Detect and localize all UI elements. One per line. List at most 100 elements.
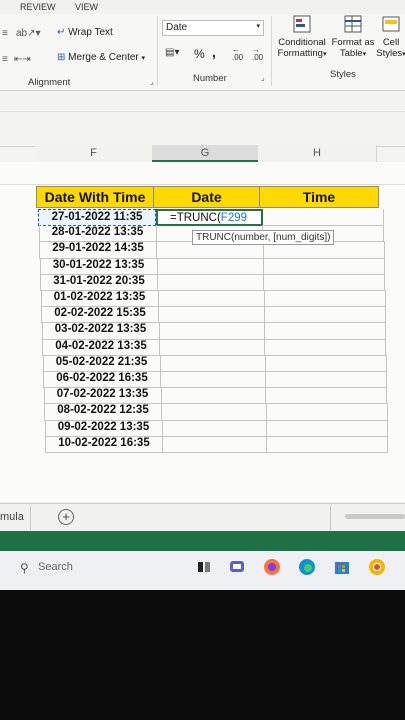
cell-date-with-time[interactable]: 08-02-2022 12:35: [44, 403, 162, 421]
firefox-icon[interactable]: [263, 558, 281, 576]
indent-icon[interactable]: ≡: [2, 28, 8, 39]
cell-date[interactable]: [157, 273, 265, 291]
wrap-text-button[interactable]: ↵ Wrap Text: [57, 27, 113, 38]
merge-center-icon: ⊞: [57, 52, 66, 63]
store-icon[interactable]: [333, 558, 351, 576]
sheet-tab-bar: mula +: [0, 503, 405, 532]
column-header-f[interactable]: F: [35, 145, 153, 162]
chevron-down-icon: ▾: [141, 55, 146, 62]
formula-cell-reference: F299: [220, 212, 248, 224]
decrease-decimal-button[interactable]: → .00: [252, 46, 263, 62]
cell-date[interactable]: [158, 338, 266, 356]
cell-date[interactable]: [158, 322, 266, 340]
number-format-value: Date: [166, 22, 188, 33]
cell-date-with-time[interactable]: 27-01-2022 11:35: [38, 209, 156, 227]
function-tooltip: TRUNC(number, [num_digits]): [192, 230, 335, 245]
accounting-format-icon[interactable]: ▤▾: [165, 47, 179, 58]
header-date-with-time[interactable]: Date With Time: [36, 186, 154, 208]
taskbar-search[interactable]: Search: [38, 561, 73, 573]
cell-date-with-time[interactable]: 03-02-2022 13:35: [41, 322, 160, 340]
cell-time[interactable]: [263, 273, 386, 291]
percent-button[interactable]: %: [194, 47, 205, 61]
task-view-icon[interactable]: [196, 559, 212, 575]
formula-bar-area[interactable]: [0, 91, 405, 147]
divider: [330, 506, 331, 530]
cell-date-with-time[interactable]: 31-01-2022 20:35: [40, 273, 158, 291]
cell-date-with-time[interactable]: 28-01-2022 13:35: [38, 225, 157, 243]
cell-time[interactable]: [265, 387, 388, 405]
number-format-dropdown[interactable]: Date ▾: [162, 20, 264, 36]
search-icon[interactable]: ⚲: [20, 561, 29, 575]
cell-styles-icon: [382, 16, 400, 32]
cell-date-with-time[interactable]: 29-01-2022 14:35: [39, 241, 157, 259]
orientation-icon[interactable]: ab↗▾: [16, 28, 41, 39]
cell-date[interactable]: [159, 371, 266, 389]
horizontal-scrollbar[interactable]: [345, 514, 405, 519]
cell-date-with-time[interactable]: 07-02-2022 13:35: [43, 387, 162, 405]
cell-time[interactable]: [264, 338, 387, 356]
cell-time[interactable]: [264, 354, 387, 372]
column-header-h[interactable]: H: [258, 145, 377, 162]
wrap-text-label: Wrap Text: [68, 27, 113, 38]
teams-chat-icon[interactable]: [228, 558, 246, 576]
increase-decimal-button[interactable]: ← .00: [232, 46, 243, 62]
cell-date[interactable]: =TRUNC(F299: [156, 209, 263, 227]
format-as-table-button[interactable]: Format as Table▾: [330, 14, 376, 59]
cell-date[interactable]: [160, 435, 268, 453]
conditional-formatting-line2: Formatting: [277, 48, 323, 59]
dialog-launcher-icon[interactable]: ⌟: [150, 77, 154, 86]
cell-date-with-time[interactable]: 02-02-2022 15:35: [41, 306, 159, 324]
header-date[interactable]: Date: [153, 186, 260, 208]
cell-date[interactable]: [158, 354, 266, 372]
cell-date-with-time[interactable]: 09-02-2022 13:35: [44, 419, 163, 437]
column-header-g[interactable]: G: [152, 145, 259, 162]
edge-icon[interactable]: [298, 558, 316, 576]
cell-time[interactable]: [263, 290, 386, 308]
merge-center-button[interactable]: ⊞ Merge & Center ▾: [57, 52, 145, 63]
worksheet-grid[interactable]: Date With Time Date Time 27-01-2022 11:3…: [0, 162, 405, 502]
format-as-table-line1: Format as: [331, 37, 375, 48]
conditional-formatting-button[interactable]: Conditional Formatting▾: [276, 14, 328, 59]
cell-time[interactable]: [264, 322, 387, 340]
cell-date[interactable]: [156, 257, 264, 275]
cell-date-with-time[interactable]: 04-02-2022 13:35: [42, 338, 160, 356]
tab-review[interactable]: REVIEW: [20, 2, 56, 12]
cell-time[interactable]: [263, 306, 386, 324]
merge-center-label: Merge & Center: [68, 52, 139, 63]
cell-date[interactable]: [159, 387, 267, 405]
chrome-icon[interactable]: [368, 558, 386, 576]
decrease-indent-icon[interactable]: ⇤⇥: [14, 54, 31, 65]
cell-time[interactable]: [262, 209, 384, 227]
cell-time[interactable]: [265, 419, 388, 437]
cell-styles-line2: Styles: [376, 48, 403, 59]
align-icon[interactable]: ≡: [2, 54, 8, 65]
cell-date[interactable]: [159, 403, 267, 421]
divider: [0, 111, 405, 112]
tab-view[interactable]: VIEW: [75, 2, 98, 12]
cell-date-with-time[interactable]: 30-01-2022 13:35: [39, 257, 158, 275]
chevron-down-icon: ▾: [256, 23, 260, 30]
divider: [157, 16, 158, 86]
cell-date[interactable]: [157, 306, 265, 324]
cell-time[interactable]: [265, 371, 387, 389]
cell-date-with-time[interactable]: 05-02-2022 21:35: [42, 354, 161, 372]
cell-date-with-time[interactable]: 01-02-2022 13:35: [40, 290, 159, 308]
formula-text: =TRUNC(: [170, 212, 221, 224]
chevron-down-icon: ▾: [362, 51, 367, 58]
ribbon: ≡ ≡ ab↗▾ ⇤⇥ ↵ Wrap Text ⊞ Merge & Center…: [0, 14, 405, 91]
cell-time[interactable]: [266, 435, 389, 453]
status-bar: [0, 531, 405, 551]
cell-time[interactable]: [262, 257, 385, 275]
format-as-table-icon: [344, 15, 362, 33]
cell-time[interactable]: [265, 403, 388, 421]
dialog-launcher-icon[interactable]: ⌟: [261, 73, 265, 82]
cell-date[interactable]: [159, 419, 267, 437]
add-sheet-button[interactable]: +: [58, 509, 74, 525]
sheet-tab[interactable]: mula: [0, 511, 24, 523]
cell-date-with-time[interactable]: 06-02-2022 16:35: [43, 371, 161, 389]
comma-button[interactable]: ,: [212, 44, 216, 60]
header-time[interactable]: Time: [259, 186, 379, 208]
cell-styles-button[interactable]: Cell Styles▾: [376, 14, 405, 59]
cell-date-with-time[interactable]: 10-02-2022 16:35: [45, 435, 163, 453]
cell-date[interactable]: [157, 290, 265, 308]
